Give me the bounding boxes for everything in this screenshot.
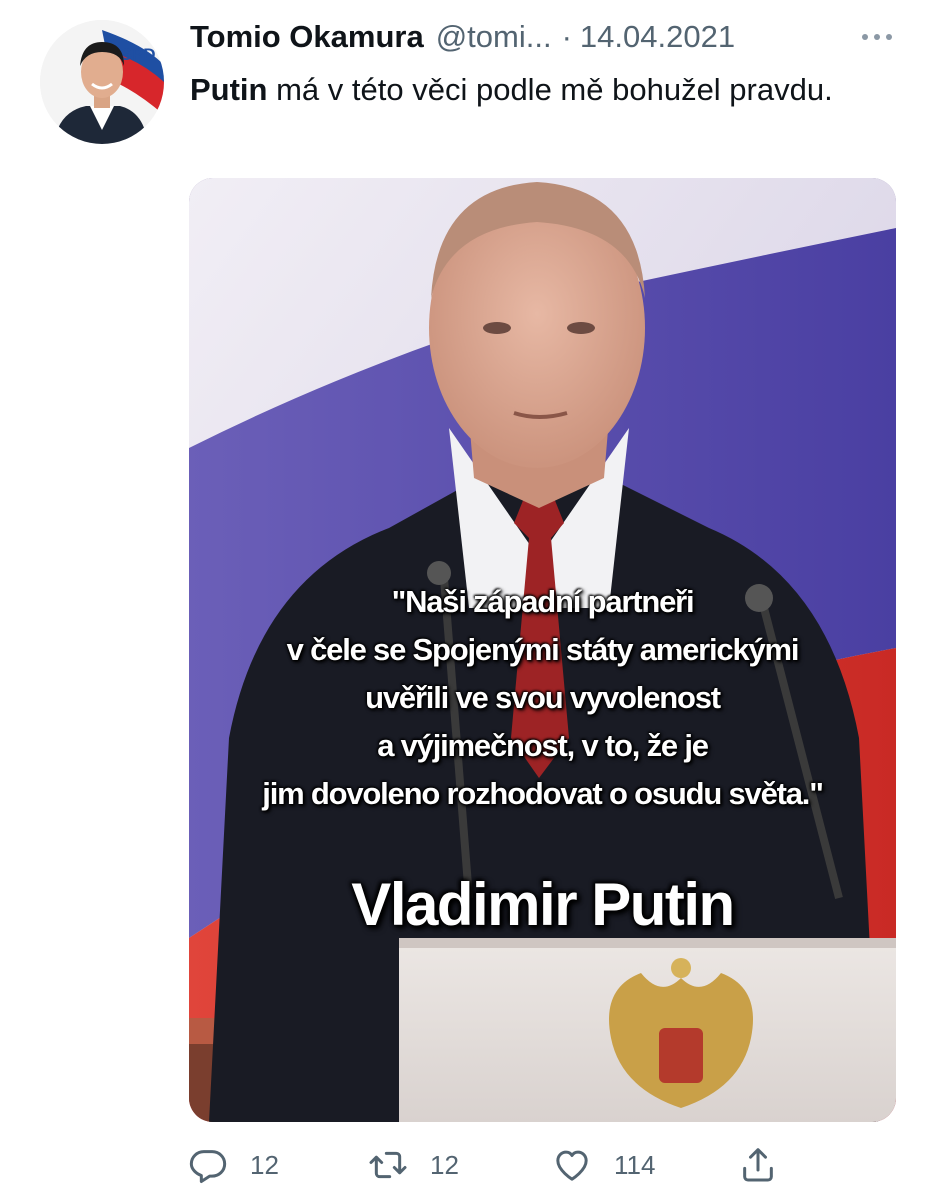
more-horizontal-icon xyxy=(862,34,892,40)
tweet-header: Tomio Okamura @tomi... · 14.04.2021 xyxy=(190,14,907,60)
tweet-date[interactable]: 14.04.2021 xyxy=(580,19,735,55)
tweet-media[interactable]: "Naši západní partneři v čele se Spojený… xyxy=(189,178,896,1122)
share-icon xyxy=(743,1148,773,1182)
tweet-text: Putin má v této věci podle mě bohužel pr… xyxy=(190,66,890,114)
author-avatar[interactable]: SPD xyxy=(40,20,164,144)
author-handle[interactable]: @tomi... xyxy=(436,19,552,55)
quote-line: uvěřili ve svou vyvolenost xyxy=(365,680,721,715)
tweet-action-bar: 12 12 114 xyxy=(188,1140,788,1190)
like-button[interactable]: 114 xyxy=(552,1140,655,1190)
retweet-icon xyxy=(369,1151,407,1179)
reply-button[interactable]: 12 xyxy=(188,1140,279,1190)
header-separator: · xyxy=(561,19,572,54)
reply-icon xyxy=(189,1150,227,1183)
media-attribution: Vladimir Putin xyxy=(351,871,735,938)
avatar-image: SPD xyxy=(40,20,164,144)
media-quote: "Naši západní partneři v čele se Spojený… xyxy=(189,578,896,818)
avatar-badge-text: SPD xyxy=(121,45,156,64)
quote-line: v čele se Spojenými státy americkými xyxy=(286,632,800,667)
more-button[interactable] xyxy=(855,20,899,54)
heart-icon xyxy=(556,1150,588,1181)
tweet-text-rest: má v této věci podle mě bohužel pravdu. xyxy=(267,72,833,107)
share-button[interactable] xyxy=(738,1140,778,1190)
retweet-count: 12 xyxy=(430,1149,459,1180)
quote-line: jim dovoleno rozhodovat o osudu světa." xyxy=(262,776,824,811)
quote-line: "Naši západní partneři xyxy=(391,584,695,619)
tweet-text-bold: Putin xyxy=(190,72,268,107)
author-display-name[interactable]: Tomio Okamura xyxy=(190,19,424,55)
reply-count: 12 xyxy=(250,1149,279,1180)
like-count: 114 xyxy=(614,1149,656,1180)
quote-line: a výjimečnost, v to, že je xyxy=(377,728,709,763)
retweet-button[interactable]: 12 xyxy=(368,1140,459,1190)
